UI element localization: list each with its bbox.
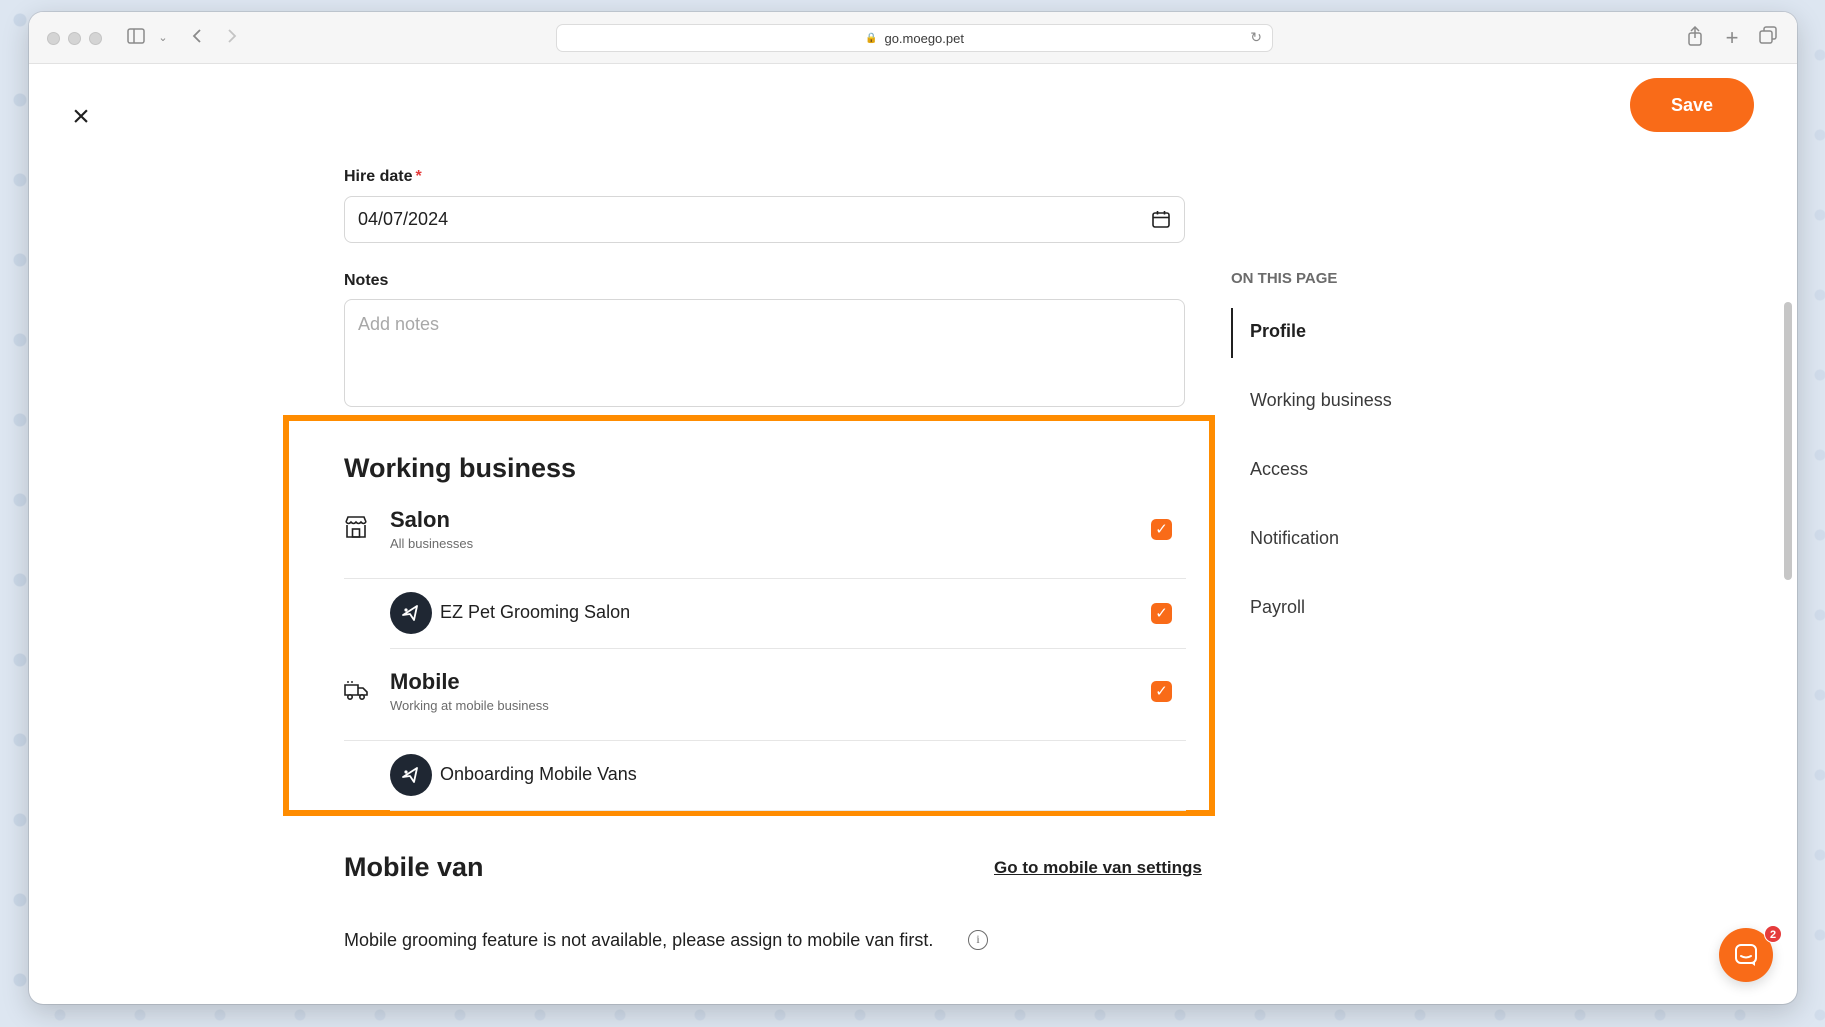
toc-item-payroll[interactable]: Payroll	[1250, 597, 1305, 618]
mobile-van-title: Mobile van	[344, 852, 484, 882]
save-button[interactable]: Save	[1630, 78, 1754, 132]
lock-icon: 🔒	[865, 32, 878, 44]
mobile-van-info-text: Mobile grooming feature is not available…	[344, 930, 934, 950]
divider	[390, 810, 1186, 811]
new-tab-icon[interactable]: +	[1722, 26, 1742, 50]
calendar-icon[interactable]	[1151, 209, 1171, 229]
page-scrollbar[interactable]	[1784, 302, 1792, 580]
group-title-salon: Salon	[390, 507, 450, 532]
business-name: EZ Pet Grooming Salon	[440, 602, 631, 622]
close-icon[interactable]: ×	[69, 102, 93, 132]
toc-active-indicator	[1231, 308, 1233, 358]
toc-item-notification[interactable]: Notification	[1250, 528, 1339, 549]
url-text: go.moego.pet	[884, 30, 964, 46]
storefront-icon	[343, 514, 369, 540]
chat-notification-badge: 2	[1764, 925, 1782, 943]
group-subtitle-salon: All businesses	[390, 536, 474, 551]
toc-item-working-business[interactable]: Working business	[1250, 390, 1392, 411]
share-icon[interactable]	[1685, 25, 1705, 52]
sidebar-toggle-icon[interactable]	[125, 26, 147, 50]
chevron-down-icon[interactable]: ⌄	[157, 26, 169, 50]
working-business-title: Working business	[344, 453, 577, 483]
group-subtitle-mobile: Working at mobile business	[390, 698, 549, 713]
mobile-van-settings-link[interactable]: Go to mobile van settings	[994, 858, 1202, 878]
business-avatar	[390, 754, 432, 796]
divider	[344, 740, 1186, 741]
window-minimize-dot[interactable]	[68, 32, 81, 45]
address-bar[interactable]: 🔒 go.moego.pet ↻	[556, 24, 1273, 52]
back-arrow-icon[interactable]	[189, 26, 205, 50]
hire-date-label: Hire date *	[344, 168, 422, 186]
reload-icon[interactable]: ↻	[1250, 29, 1262, 46]
required-mark: *	[415, 168, 422, 185]
notes-textarea[interactable]: Add notes	[344, 299, 1185, 407]
chat-icon	[1735, 944, 1757, 966]
tab-overview-icon[interactable]	[1758, 26, 1778, 50]
group-title-mobile: Mobile	[390, 669, 460, 694]
business-checkbox-ez-pet-grooming-salon[interactable]: ✓	[1151, 603, 1172, 624]
toc-item-access[interactable]: Access	[1250, 459, 1308, 480]
mobile-group-checkbox[interactable]: ✓	[1151, 681, 1172, 702]
window-close-dot[interactable]	[47, 32, 60, 45]
info-icon[interactable]: i	[968, 930, 988, 950]
browser-toolbar: ⌄ 🔒 go.moego.pet ↻ +	[29, 12, 1797, 64]
window-zoom-dot[interactable]	[89, 32, 102, 45]
browser-window: ⌄ 🔒 go.moego.pet ↻ + × Save Hire date * 0…	[29, 12, 1797, 1004]
hire-date-value: 04/07/2024	[358, 209, 449, 229]
toc-item-profile[interactable]: Profile	[1250, 321, 1306, 342]
divider	[344, 578, 1186, 579]
business-name: Onboarding Mobile Vans	[440, 764, 637, 784]
toc-heading: ON THIS PAGE	[1231, 270, 1338, 287]
van-icon	[343, 677, 369, 703]
forward-arrow-icon[interactable]	[224, 26, 240, 50]
divider	[390, 648, 1186, 649]
business-avatar	[390, 592, 432, 634]
hire-date-input[interactable]: 04/07/2024	[344, 196, 1185, 243]
salon-group-checkbox[interactable]: ✓	[1151, 519, 1172, 540]
page-content: × Save Hire date * 04/07/2024 Notes Add n…	[29, 64, 1797, 1004]
notes-placeholder: Add notes	[358, 314, 440, 334]
hire-date-label-text: Hire date	[344, 168, 413, 185]
notes-label: Notes	[344, 272, 389, 289]
